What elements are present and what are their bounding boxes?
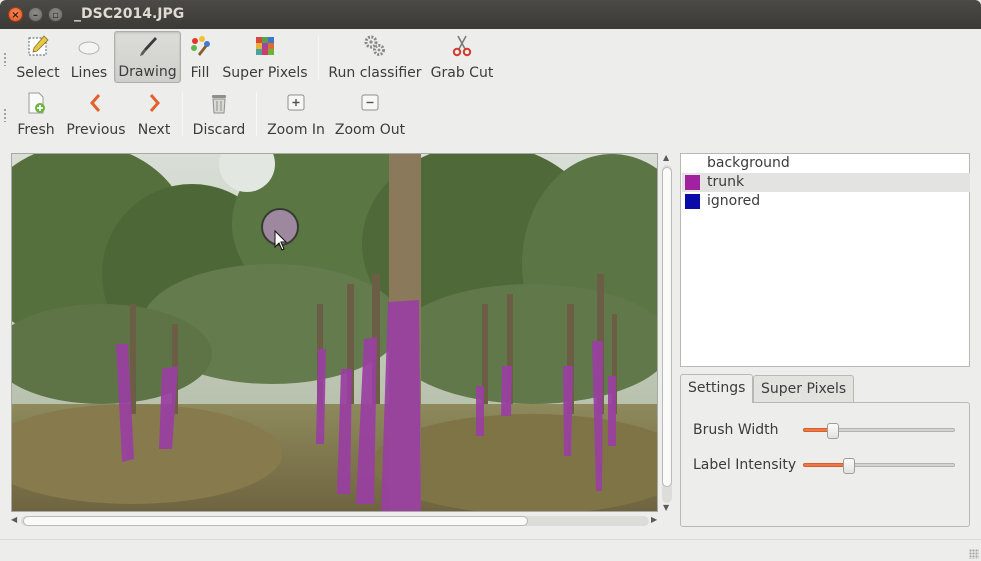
tab-settings[interactable]: Settings (680, 374, 754, 403)
label-color-swatch (685, 175, 700, 190)
label-item-trunk[interactable]: trunk (682, 173, 970, 192)
label-list: background trunk ignored (680, 153, 970, 367)
select-tool-label: Select (16, 65, 60, 81)
scissors-icon (452, 35, 472, 57)
select-tool-button[interactable]: Select (12, 31, 64, 83)
canvas-horizontal-scrollbar[interactable]: ◀ ▶ (11, 514, 660, 528)
label-color-swatch (685, 156, 700, 171)
run-classifier-button[interactable]: Run classifier (328, 31, 422, 83)
paint-bucket-icon (191, 36, 210, 56)
previous-label: Previous (66, 122, 126, 138)
discard-button[interactable]: Discard (190, 88, 248, 140)
super-pixels-tool-label: Super Pixels (222, 65, 308, 81)
fill-tool-button[interactable]: Fill (184, 31, 216, 83)
zoom-out-label: Zoom Out (334, 122, 406, 138)
discard-label: Discard (192, 122, 246, 138)
toolbar-separator (318, 36, 319, 80)
next-label: Next (137, 122, 171, 138)
label-intensity-slider[interactable] (803, 458, 955, 474)
settings-panel: Brush Width Label Intensity (680, 402, 970, 527)
label-name: ignored (707, 193, 761, 209)
zoom-in-label: Zoom In (267, 122, 325, 138)
brush-width-slider[interactable] (803, 423, 955, 439)
lines-tool-label: Lines (70, 65, 108, 81)
super-pixels-tool-button[interactable]: Super Pixels (220, 31, 310, 83)
minimize-window-button[interactable]: – (28, 7, 43, 22)
horizontal-scroll-thumb[interactable] (23, 516, 528, 526)
grab-cut-button[interactable]: Grab Cut (428, 31, 496, 83)
zoom-in-button[interactable]: Zoom In (264, 88, 328, 140)
lines-tool-button[interactable]: Lines (66, 31, 112, 83)
select-icon (28, 35, 49, 56)
title-bar: × – ▫ _DSC2014.JPG (0, 0, 981, 29)
chevron-right-icon (149, 94, 160, 112)
scroll-left-icon[interactable]: ◀ (11, 515, 17, 524)
drawing-tool-label: Drawing (118, 64, 177, 80)
new-document-icon (28, 92, 45, 114)
gears-icon (364, 35, 385, 56)
window-title: _DSC2014.JPG (74, 6, 185, 22)
brush-icon (139, 37, 157, 56)
ellipse-icon (78, 41, 100, 55)
trash-icon (212, 95, 226, 114)
run-classifier-label: Run classifier (328, 65, 422, 81)
canvas-vertical-scrollbar[interactable]: ▲ ▼ (659, 153, 675, 514)
label-item-ignored[interactable]: ignored (682, 192, 970, 211)
toolbar-separator (256, 92, 257, 136)
slider-handle[interactable] (843, 458, 855, 474)
scroll-right-icon[interactable]: ▶ (651, 515, 657, 524)
toolbar-separator (182, 92, 183, 136)
zoom-out-button[interactable]: Zoom Out (332, 88, 408, 140)
toolbar-grip[interactable] (3, 108, 7, 122)
close-window-button[interactable]: × (8, 7, 23, 22)
maximize-window-button[interactable]: ▫ (48, 7, 63, 22)
label-name: background (707, 155, 790, 171)
super-pixels-icon (256, 37, 274, 55)
scroll-up-icon[interactable]: ▲ (663, 153, 669, 162)
label-color-swatch (685, 194, 700, 209)
label-name: trunk (707, 174, 745, 190)
zoom-out-icon (361, 94, 379, 111)
label-intensity-label: Label Intensity (693, 457, 797, 473)
label-item-background[interactable]: background (682, 154, 970, 173)
toolbar-grip[interactable] (3, 52, 7, 66)
brush-width-label: Brush Width (693, 422, 779, 438)
tools-toolbar: Select Lines Drawing Fill Super Pixels R… (0, 30, 981, 86)
navigation-toolbar: Fresh Previous Next Discard Zoom In Zoom… (0, 88, 981, 144)
resize-grip[interactable] (969, 549, 979, 559)
image-canvas[interactable] (11, 153, 658, 512)
status-bar (0, 539, 981, 561)
zoom-in-icon (287, 94, 305, 111)
next-button[interactable]: Next (134, 88, 174, 140)
vertical-scroll-thumb[interactable] (662, 167, 672, 487)
previous-button[interactable]: Previous (64, 88, 128, 140)
forest-image (12, 154, 657, 511)
slider-handle[interactable] (827, 423, 839, 439)
chevron-left-icon (90, 94, 101, 112)
scroll-down-icon[interactable]: ▼ (663, 503, 669, 512)
fill-tool-label: Fill (190, 65, 210, 81)
fresh-label: Fresh (17, 122, 55, 138)
tab-super-pixels[interactable]: Super Pixels (753, 375, 855, 403)
fresh-button[interactable]: Fresh (12, 88, 60, 140)
drawing-tool-button[interactable]: Drawing (114, 31, 181, 83)
grab-cut-label: Grab Cut (430, 65, 494, 81)
